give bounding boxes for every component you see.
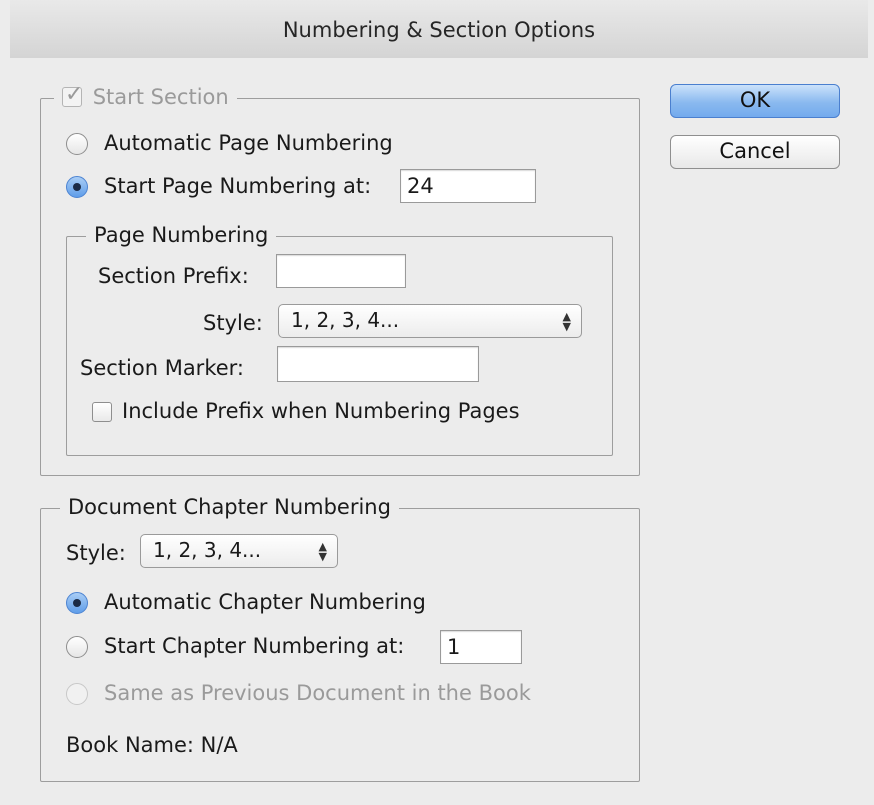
stepper-arrows-icon: ▲ ▼ [562,310,571,333]
start-chapter-numbering-radio[interactable] [66,636,88,658]
page-style-select[interactable]: 1, 2, 3, 4... ▲ ▼ [278,304,582,338]
dialog-title-bar: Numbering & Section Options [10,0,868,59]
start-page-number-input[interactable]: 24 [400,169,536,203]
start-page-numbering-label: Start Page Numbering at: [104,174,372,198]
page-style-value: 1, 2, 3, 4... [291,308,400,332]
start-page-numbering-radio[interactable] [66,176,88,198]
checkmark-icon: ✓ [65,82,84,107]
start-chapter-numbering-label: Start Chapter Numbering at: [104,634,405,658]
automatic-page-numbering-radio[interactable] [66,133,88,155]
include-prefix-label: Include Prefix when Numbering Pages [122,399,520,423]
automatic-chapter-numbering-radio[interactable] [66,592,88,614]
section-prefix-input[interactable] [276,254,406,288]
section-marker-label: Section Marker: [80,356,244,380]
chapter-style-label: Style: [66,541,126,565]
include-prefix-checkbox[interactable] [92,402,112,422]
section-prefix-label: Section Prefix: [98,264,249,288]
automatic-chapter-numbering-label: Automatic Chapter Numbering [104,590,426,614]
chapter-numbering-legend: Document Chapter Numbering [60,494,399,520]
ok-button[interactable]: OK [670,84,840,118]
start-section-legend: ✓ Start Section [54,82,237,110]
chapter-style-select[interactable]: 1, 2, 3, 4... ▲ ▼ [140,534,338,568]
stepper-arrows-icon: ▲ ▼ [318,540,327,563]
page-numbering-legend: Page Numbering [86,222,277,248]
chapter-style-value: 1, 2, 3, 4... [153,538,262,562]
start-chapter-number-input[interactable]: 1 [440,630,522,664]
same-as-previous-label: Same as Previous Document in the Book [104,681,531,705]
start-section-checkbox[interactable]: ✓ [62,82,83,107]
dialog-title: Numbering & Section Options [282,18,596,42]
dialog-window: ✓ Start Section Automatic Page Numbering… [10,58,868,805]
book-name-label: Book Name: N/A [66,733,238,757]
cancel-button[interactable]: Cancel [670,135,840,169]
page-style-label: Style: [203,311,263,335]
same-as-previous-radio[interactable] [66,683,88,705]
start-section-label: Start Section [92,85,229,109]
automatic-page-numbering-label: Automatic Page Numbering [104,131,393,155]
section-marker-input[interactable] [277,346,479,382]
